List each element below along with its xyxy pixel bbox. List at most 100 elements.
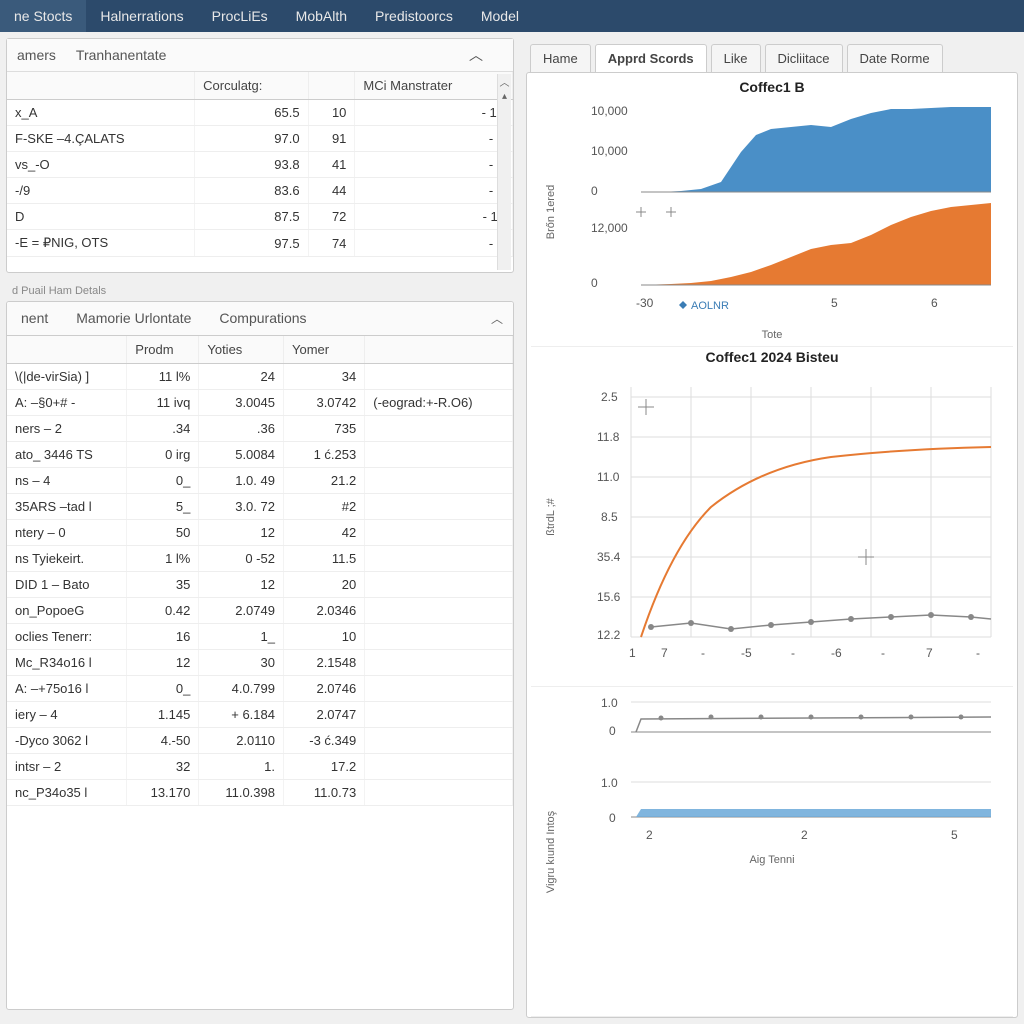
table-row[interactable]: ns Tyiekeirt.1 l%0 -5211.5 xyxy=(7,546,513,572)
table-row[interactable]: \(|de-virSia) ]11 l%2434 xyxy=(7,364,513,390)
cell: vs_-O xyxy=(7,152,195,178)
table-row[interactable]: -/983.644- 2 xyxy=(7,178,513,204)
p1-col[interactable]: MCi Manstrater xyxy=(355,72,513,100)
table-row[interactable]: -E = ₽NIG, OTS97.574- 1 xyxy=(7,230,513,257)
cell: 5.0084 xyxy=(199,442,284,468)
cell xyxy=(365,650,513,676)
cell: ns – 4 xyxy=(7,468,127,494)
p2-col[interactable] xyxy=(7,336,127,364)
svg-text:-5: -5 xyxy=(741,646,752,660)
chart2-gray-line xyxy=(651,615,991,629)
cell: 65.5 xyxy=(195,100,308,126)
menu-3[interactable]: MobAlth xyxy=(282,0,361,32)
scroll-up-icon[interactable]: ︿ xyxy=(498,74,511,89)
chevron-up-icon[interactable]: ︿ xyxy=(469,45,483,65)
panel2-tab-0[interactable]: nent xyxy=(7,302,62,335)
chart3-svg: 1.0 0 1.0 0 2 2 5 xyxy=(531,687,1011,852)
cell: 10 xyxy=(308,100,355,126)
chart1-xlabel: Tote xyxy=(531,327,1013,343)
table-row[interactable]: oclies Tenerr:161_10 xyxy=(7,624,513,650)
cell: 1 ć.253 xyxy=(283,442,364,468)
p2-col[interactable]: Yomer xyxy=(283,336,364,364)
cell xyxy=(365,754,513,780)
svg-text:10,000: 10,000 xyxy=(591,104,628,118)
svg-text:5: 5 xyxy=(831,296,838,310)
table-row[interactable]: nc_P34o35 l13.17011.0.39811.0.73 xyxy=(7,780,513,806)
p1-col[interactable] xyxy=(7,72,195,100)
table-row[interactable]: ners – 2.34.36735 xyxy=(7,416,513,442)
panel2-tab-2[interactable]: Compurations xyxy=(205,302,320,335)
panel1-tab-0[interactable]: amers xyxy=(17,47,56,63)
table-row[interactable]: 35ARS –tad l5_3.0. 72#2 xyxy=(7,494,513,520)
menu-4[interactable]: Predistoorcs xyxy=(361,0,467,32)
cell: 0 irg xyxy=(127,442,199,468)
cell: 72 xyxy=(308,204,355,230)
cell: - 12 xyxy=(355,100,513,126)
panel2-tab-1[interactable]: Mamorie Urlontate xyxy=(62,302,205,335)
p1-col[interactable]: Corculatg: xyxy=(195,72,308,100)
table-row[interactable]: ato_ 3446 TS0 irg5.00841 ć.253 xyxy=(7,442,513,468)
menu-2[interactable]: ProcLiEs xyxy=(198,0,282,32)
panel1-tab-1[interactable]: Tranhanentate xyxy=(76,47,167,63)
chart1-ylabel: Brőn 1ered xyxy=(545,184,557,238)
cell xyxy=(365,728,513,754)
p2-col[interactable]: Prodm xyxy=(127,336,199,364)
chart-tab-2[interactable]: Like xyxy=(711,44,761,72)
svg-text:0: 0 xyxy=(591,276,598,290)
cell: 17.2 xyxy=(283,754,364,780)
table-row[interactable]: x_A65.510- 12 xyxy=(7,100,513,126)
svg-text:10,000: 10,000 xyxy=(591,144,628,158)
cell: 44 xyxy=(308,178,355,204)
table-row[interactable]: A: –+75o16 l0_4.0.7992.0746 xyxy=(7,676,513,702)
cell: 4.0.799 xyxy=(199,676,284,702)
menu-0[interactable]: ne Stocts xyxy=(0,0,86,32)
scroll-up-icon-2[interactable]: ▴ xyxy=(498,91,511,102)
table-row[interactable]: Mc_R34o16 l12302.1548 xyxy=(7,650,513,676)
chart2-ylabel: ßtrdL ;# xyxy=(545,498,557,536)
chart3-ylabel: Vigru kıund Intoş xyxy=(545,810,557,892)
table-row[interactable]: F-SKE –4.ÇALATS97.091- 0 xyxy=(7,126,513,152)
svg-text:8.5: 8.5 xyxy=(601,510,618,524)
chart-tab-4[interactable]: Date Rorme xyxy=(847,44,943,72)
svg-text:2: 2 xyxy=(646,828,653,842)
svg-text:0: 0 xyxy=(609,811,616,825)
p2-col[interactable]: Yoties xyxy=(199,336,284,364)
cell: 87.5 xyxy=(195,204,308,230)
svg-text:1.0: 1.0 xyxy=(601,776,618,790)
cell xyxy=(365,546,513,572)
svg-text:12.2: 12.2 xyxy=(597,628,621,642)
cell: 24 xyxy=(199,364,284,390)
panel1-header: amers Tranhanentate ︿ xyxy=(7,39,513,72)
table-row[interactable]: on_PopoeG0.422.07492.0346 xyxy=(7,598,513,624)
table-row[interactable]: D87.572- 11 xyxy=(7,204,513,230)
svg-text:12,000: 12,000 xyxy=(591,221,628,235)
table-row[interactable]: ntery – 0501242 xyxy=(7,520,513,546)
scrollbar[interactable]: ︿ ▴ xyxy=(497,74,511,270)
svg-text:1: 1 xyxy=(629,646,636,660)
table-row[interactable]: DID 1 – Bato351220 xyxy=(7,572,513,598)
table-row[interactable]: intsr – 2321.17.2 xyxy=(7,754,513,780)
menu-5[interactable]: Model xyxy=(467,0,533,32)
chart-tab-3[interactable]: Dicliitace xyxy=(765,44,843,72)
cell: F-SKE –4.ÇALATS xyxy=(7,126,195,152)
cell: A: –+75o16 l xyxy=(7,676,127,702)
chevron-up-icon[interactable]: ︿ xyxy=(481,302,513,335)
chart-tab-0[interactable]: Hame xyxy=(530,44,591,72)
table-row[interactable]: ns – 40_1.0. 4921.2 xyxy=(7,468,513,494)
cell: 2.0746 xyxy=(283,676,364,702)
table-row[interactable]: A: –§0+# -11 ivq3.00453.0742(-eograd:+-R… xyxy=(7,390,513,416)
p1-col[interactable] xyxy=(308,72,355,100)
table-row[interactable]: vs_-O93.841- 2 xyxy=(7,152,513,178)
chart-tab-1[interactable]: Apprd Scords xyxy=(595,44,707,72)
svg-text:1.0: 1.0 xyxy=(601,696,618,710)
chart3-xlabel: Aig Tenni xyxy=(531,852,1013,868)
p2-col[interactable] xyxy=(365,336,513,364)
table-row[interactable]: -Dyco 3062 l4.-502.0110-3 ć.349 xyxy=(7,728,513,754)
cell xyxy=(365,624,513,650)
menu-1[interactable]: Halnerrations xyxy=(86,0,197,32)
cell: ato_ 3446 TS xyxy=(7,442,127,468)
svg-text:-: - xyxy=(791,646,795,660)
table-row[interactable]: iery – 41.145+ 6.1842.0747 xyxy=(7,702,513,728)
cell: 3.0045 xyxy=(199,390,284,416)
svg-text:11.8: 11.8 xyxy=(597,430,620,444)
